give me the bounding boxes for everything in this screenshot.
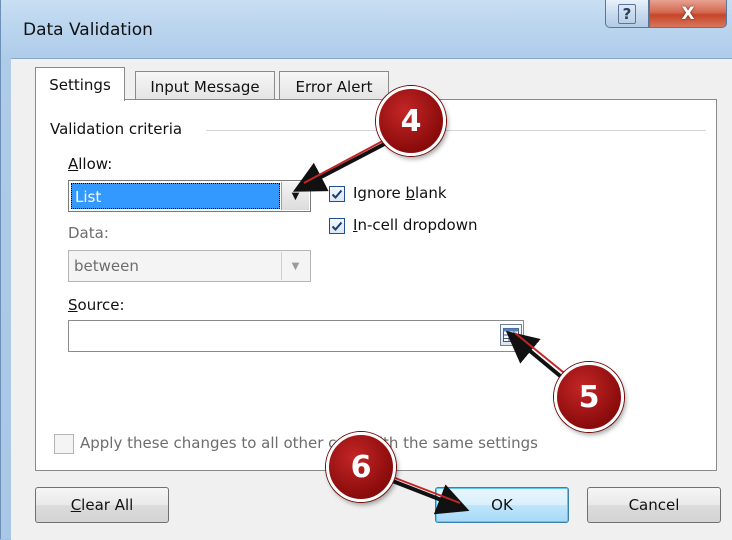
- cancel-label: Cancel: [628, 496, 680, 514]
- source-label: Source:: [68, 296, 125, 314]
- cancel-button[interactable]: Cancel: [587, 487, 721, 523]
- checkmark-icon: [331, 221, 343, 231]
- clear-all-label: Clear All: [70, 496, 134, 514]
- allow-select[interactable]: List ▼: [68, 180, 311, 212]
- ignore-blank-checkbox[interactable]: [329, 186, 345, 202]
- chevron-down-icon: ▼: [291, 190, 300, 202]
- apply-to-all-checkbox[interactable]: [54, 434, 74, 454]
- help-icon: ?: [617, 3, 637, 24]
- tab-input-message[interactable]: Input Message: [135, 71, 275, 101]
- tab-error-alert[interactable]: Error Alert: [279, 71, 389, 101]
- data-label: Data:: [68, 224, 109, 242]
- apply-to-all-label: Apply these changes to all other cells w…: [80, 434, 538, 452]
- allow-label: Allow:: [68, 155, 113, 173]
- data-dropdown-arrow[interactable]: ▼: [281, 252, 309, 280]
- help-button[interactable]: ?: [605, 0, 649, 28]
- ok-button[interactable]: OK: [435, 487, 569, 523]
- callout-4: 4: [376, 86, 446, 156]
- chevron-down-icon: ▼: [291, 260, 300, 272]
- allow-value: List: [71, 183, 280, 209]
- clear-all-button[interactable]: Clear All: [35, 487, 169, 523]
- callout-5: 5: [554, 362, 624, 432]
- tab-settings-label: Settings: [49, 75, 111, 94]
- allow-dropdown-arrow[interactable]: ▼: [281, 182, 309, 210]
- in-cell-dropdown-label: In-cell dropdown: [353, 216, 478, 234]
- tab-error-alert-label: Error Alert: [295, 77, 373, 96]
- validation-criteria-heading: Validation criteria: [50, 120, 183, 138]
- close-icon: X: [681, 3, 695, 24]
- tab-input-message-label: Input Message: [150, 77, 260, 96]
- close-button[interactable]: X: [649, 0, 727, 28]
- range-select-icon: [503, 328, 519, 342]
- data-value: between: [74, 257, 139, 275]
- source-input[interactable]: [68, 320, 524, 352]
- callout-6: 6: [326, 432, 396, 502]
- collapse-dialog-button[interactable]: [500, 324, 522, 346]
- group-divider: [206, 130, 706, 131]
- in-cell-dropdown-checkbox[interactable]: [329, 218, 345, 234]
- checkmark-icon: [331, 189, 343, 199]
- ignore-blank-label: Ignore blank: [353, 184, 447, 202]
- ok-label: OK: [491, 496, 513, 514]
- tab-settings[interactable]: Settings: [35, 67, 125, 101]
- data-select[interactable]: between ▼: [68, 250, 311, 282]
- window-title: Data Validation: [23, 20, 153, 40]
